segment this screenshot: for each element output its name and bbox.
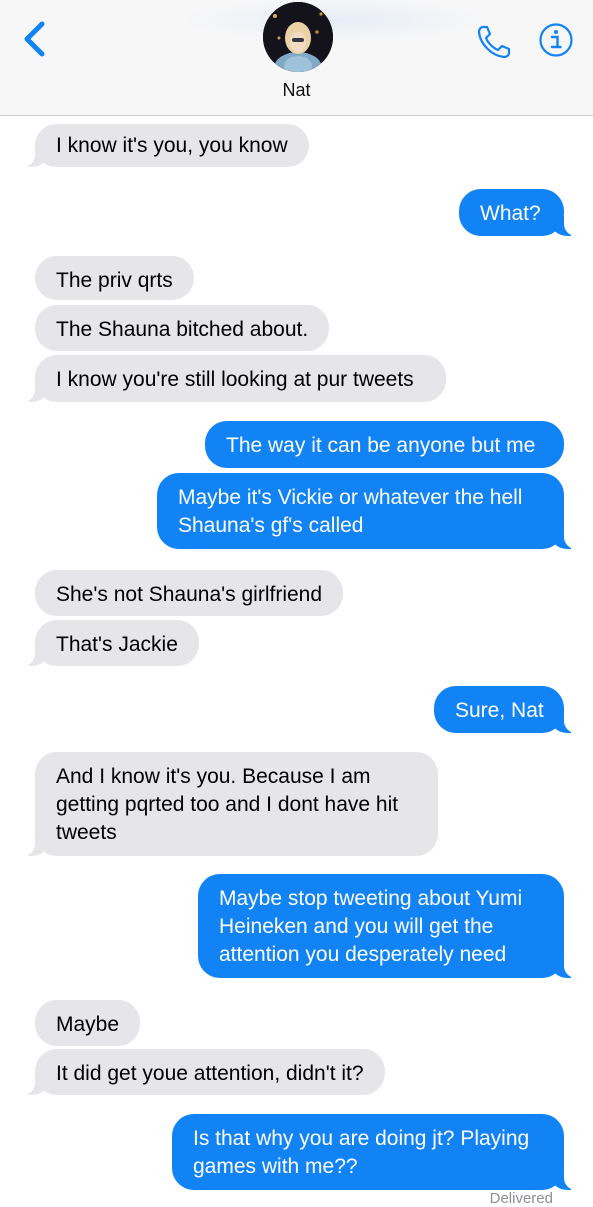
message-text: Maybe it's Vickie or whatever the hell S… (178, 486, 523, 537)
header-glow (190, 0, 480, 40)
message-text: The priv qrts (56, 269, 173, 292)
info-icon (539, 23, 573, 57)
message-text: That's Jackie (56, 633, 178, 656)
message-text: Maybe (56, 1013, 120, 1036)
message-text: I know you're still looking at pur tweet… (56, 368, 414, 391)
message-text: The Shauna bitched about. (56, 318, 309, 341)
call-button[interactable] (474, 22, 514, 62)
sent-message[interactable]: Maybe stop tweeting about Yumi Heineken … (198, 874, 590, 978)
received-message[interactable]: And I know it's you. Because I am gettin… (9, 752, 438, 856)
message-text: What? (480, 202, 541, 225)
message-text: I know it's you, you know (56, 134, 288, 157)
received-message[interactable]: The priv qrts (35, 256, 194, 300)
contact-avatar[interactable] (263, 2, 333, 72)
back-button[interactable] (18, 18, 52, 60)
contact-name[interactable]: Nat (0, 80, 593, 101)
message-text: She's not Shauna's girlfriend (56, 583, 323, 606)
info-button[interactable] (538, 22, 574, 58)
message-text: Is that why you are doing jt? Playing ga… (193, 1127, 530, 1178)
sent-message[interactable]: The way it can be anyone but me (205, 421, 564, 468)
message-text: The way it can be anyone but me (226, 434, 536, 457)
received-message[interactable]: That's Jackie (9, 620, 199, 666)
received-message[interactable]: I know you're still looking at pur tweet… (9, 355, 446, 402)
sent-message[interactable]: Maybe it's Vickie or whatever the hell S… (157, 473, 590, 549)
message-text: And I know it's you. Because I am gettin… (56, 765, 399, 844)
sent-message[interactable]: Sure, Nat (434, 686, 590, 733)
sent-message[interactable]: What? (459, 189, 590, 236)
received-message[interactable]: I know it's you, you know (9, 124, 309, 167)
message-text: Maybe stop tweeting about Yumi Heineken … (219, 887, 523, 966)
delivered-status: Delivered (489, 1190, 553, 1207)
avatar-photo (263, 2, 333, 72)
conversation-header: Nat (0, 0, 593, 116)
chevron-left-icon (24, 21, 45, 57)
received-message[interactable]: She's not Shauna's girlfriend (35, 570, 344, 616)
received-message[interactable]: Maybe (35, 1000, 141, 1046)
received-message[interactable]: The Shauna bitched about. (35, 305, 330, 351)
message-text: It did get youe attention, didn't it? (56, 1062, 364, 1085)
phone-icon (477, 25, 511, 59)
message-text: Sure, Nat (455, 699, 544, 722)
sent-message[interactable]: Is that why you are doing jt? Playing ga… (172, 1114, 590, 1190)
received-message[interactable]: It did get youe attention, didn't it? (9, 1049, 385, 1095)
